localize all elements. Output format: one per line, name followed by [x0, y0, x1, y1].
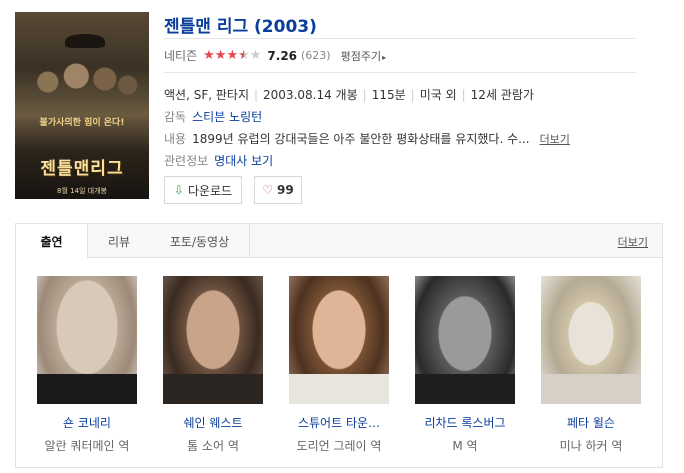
divider	[164, 38, 636, 39]
download-label: 다운로드	[187, 183, 233, 198]
actor-name[interactable]: 숀 코네리	[37, 414, 137, 431]
actor-photo[interactable]	[541, 276, 641, 404]
tabs-more-link[interactable]: 더보기	[618, 234, 648, 250]
cast-item[interactable]: 쉐인 웨스트 톰 소어 역	[163, 276, 263, 454]
rating-row: 네티즌 ★ ★ ★ ★ ★ 7.26 (623) 평점주기▸	[164, 47, 386, 64]
country: 미국 외	[419, 88, 457, 102]
actor-role: 알란 쿼터메인 역	[44, 439, 130, 453]
genre: 액션, SF, 판타지	[164, 88, 249, 102]
quotes-link[interactable]: 명대사 보기	[214, 152, 273, 169]
actor-name[interactable]: 쉐인 웨스트	[163, 414, 263, 431]
actor-photo[interactable]	[415, 276, 515, 404]
poster-tagline: 불가사의한 힘이 온다!	[39, 118, 125, 128]
actor-photo[interactable]	[289, 276, 389, 404]
movie-title[interactable]: 젠틀맨 리그 (2003)	[164, 12, 317, 37]
divider	[164, 72, 636, 73]
cast-item[interactable]: 숀 코네리 알란 쿼터메인 역	[37, 276, 137, 454]
poster-figures	[25, 52, 139, 112]
related-label: 관련정보	[164, 154, 209, 168]
cast-item[interactable]: 리차드 록스버그 M 역	[415, 276, 515, 454]
director-line: 감독 스티븐 노링턴	[164, 108, 262, 125]
empty-star-icon: ★	[249, 48, 262, 63]
rating-source: 네티즌	[164, 49, 198, 63]
download-button[interactable]: ⇩ 다운로드	[164, 176, 242, 204]
like-count: 99	[277, 183, 294, 197]
director-label: 감독	[164, 110, 187, 124]
star-icon: ★	[203, 48, 215, 63]
tab-bar: 출연 리뷰 포토/동영상 더보기	[16, 224, 662, 259]
synopsis-more-link[interactable]: 더보기	[540, 131, 570, 147]
poster-date: 8월 14일 대개봉	[56, 187, 107, 195]
star-icon: ★	[226, 48, 239, 63]
like-button[interactable]: ♡ 99	[254, 176, 302, 204]
rating-count: (623)	[301, 49, 331, 62]
director-link[interactable]: 스티븐 노링턴	[192, 108, 262, 125]
poster-hat-shape	[65, 34, 105, 48]
poster-title: 젠틀맨리그	[40, 159, 124, 179]
synopsis-line: 내용 1899년 유럽의 강대국들은 아주 불안한 평화상태를 유지했다. 수.…	[164, 130, 570, 147]
actor-role: 미나 하커 역	[559, 439, 623, 453]
actor-name[interactable]: 스튜어트 타운…	[289, 414, 389, 431]
actor-name[interactable]: 리차드 록스버그	[415, 414, 515, 431]
heart-icon: ♡	[262, 183, 274, 197]
rating-score: 7.26	[267, 48, 298, 63]
cast-item[interactable]: 스튜어트 타운… 도리언 그레이 역	[289, 276, 389, 454]
half-star-icon: ★	[238, 48, 250, 63]
movie-poster[interactable]: 불가사의한 힘이 온다! 젠틀맨리그 8월 14일 대개봉	[15, 12, 149, 199]
arrow-right-icon: ▸	[382, 52, 387, 62]
star-icon: ★	[214, 48, 227, 63]
actor-role: M 역	[452, 439, 478, 453]
actor-photo[interactable]	[163, 276, 263, 404]
rating-stars: ★ ★ ★ ★ ★	[203, 49, 261, 62]
release-date: 2003.08.14 개봉	[263, 88, 358, 102]
tab-review[interactable]: 리뷰	[88, 224, 150, 258]
actor-role: 도리언 그레이 역	[296, 439, 382, 453]
actor-name[interactable]: 페타 윌슨	[541, 414, 641, 431]
meta-line: 액션, SF, 판타지 | 2003.08.14 개봉 | 115분 | 미국 …	[164, 87, 534, 103]
synopsis-text: 1899년 유럽의 강대국들은 아주 불안한 평화상태를 유지했다. 수...	[192, 132, 530, 146]
rate-link[interactable]: 평점주기▸	[341, 48, 387, 64]
runtime: 115분	[371, 88, 406, 102]
tab-cast[interactable]: 출연	[16, 224, 88, 259]
cast-item[interactable]: 페타 윌슨 미나 하커 역	[541, 276, 641, 454]
related-line: 관련정보 명대사 보기	[164, 152, 273, 169]
age-rating: 12세 관람가	[470, 88, 534, 102]
actor-photo[interactable]	[37, 276, 137, 404]
cast-tabs-panel: 출연 리뷰 포토/동영상 더보기 숀 코네리 알란 쿼터메인 역 쉐인 웨스트 …	[15, 223, 663, 468]
tab-photo-video[interactable]: 포토/동영상	[150, 224, 250, 258]
synopsis-label: 내용	[164, 132, 187, 146]
actor-role: 톰 소어 역	[187, 439, 239, 453]
download-icon: ⇩	[173, 183, 184, 197]
